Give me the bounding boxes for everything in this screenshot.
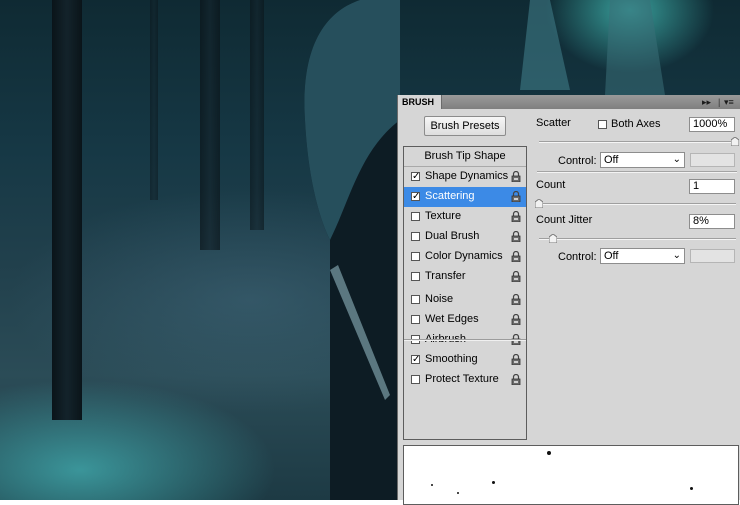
lock-icon[interactable] (511, 211, 521, 222)
option-checkbox[interactable] (411, 252, 420, 261)
brush-tip-shape-item[interactable]: Brush Tip Shape (404, 147, 526, 167)
option-label: Noise (425, 293, 454, 305)
brush-panel: BRUSH ▸▸ | ▾≡ Brush Presets Brush Tip Sh… (397, 95, 740, 505)
both-axes-checkbox[interactable] (598, 120, 607, 129)
preview-dot (457, 492, 459, 494)
both-axes-label: Both Axes (611, 118, 661, 130)
lock-icon[interactable] (511, 251, 521, 262)
scatter-slider-knob[interactable] (731, 137, 739, 146)
count-jitter-control-extra-field (690, 249, 735, 263)
option-label: Texture (425, 210, 462, 222)
option-checkbox[interactable] (411, 272, 420, 281)
lock-icon[interactable] (511, 374, 521, 385)
brush-option-smoothing[interactable]: ✓ Smoothing (404, 350, 526, 370)
count-jitter-control-label: Control: (558, 251, 597, 263)
count-jitter-control-select[interactable]: Off ⌄ (600, 248, 685, 264)
option-label: Scattering (425, 190, 475, 202)
option-label: Shape Dynamics (425, 170, 509, 182)
brush-option-wet-edges[interactable]: Wet Edges (404, 310, 526, 330)
tree-trunk (200, 0, 220, 250)
preview-dot (431, 484, 433, 486)
option-checkbox[interactable] (411, 315, 420, 324)
chevron-down-icon: ⌄ (672, 154, 681, 165)
lock-icon[interactable] (511, 294, 521, 305)
brush-tab[interactable]: BRUSH (398, 95, 442, 109)
tree-trunk (250, 0, 264, 230)
distant-figure (520, 0, 665, 95)
scatter-control-extra-field (690, 153, 735, 167)
tree-trunk (52, 0, 82, 420)
count-jitter-slider-knob[interactable] (549, 234, 557, 243)
count-slider-track[interactable] (539, 203, 736, 205)
option-label: Protect Texture (425, 373, 499, 385)
panel-menu-icon[interactable]: ▾≡ (724, 95, 734, 109)
brush-option-dual-brush[interactable]: Dual Brush (404, 227, 526, 247)
preview-dot (492, 481, 495, 484)
chevron-down-icon: ⌄ (672, 250, 681, 261)
option-checkbox[interactable]: ✓ (411, 172, 420, 182)
lock-icon[interactable] (511, 271, 521, 282)
option-checkbox[interactable] (411, 375, 420, 384)
divider: | (718, 97, 721, 107)
count-jitter-label: Count Jitter (536, 214, 593, 226)
brush-option-shape-dynamics[interactable]: ✓ Shape Dynamics (404, 167, 526, 187)
lock-icon[interactable] (511, 191, 521, 202)
option-label: Color Dynamics (425, 250, 503, 262)
option-checkbox[interactable]: ✓ (411, 355, 420, 365)
brush-option-protect-texture[interactable]: Protect Texture (404, 370, 526, 390)
scatter-value-field[interactable]: 1000% (689, 117, 735, 132)
option-checkbox[interactable] (411, 232, 420, 241)
count-value-field[interactable]: 1 (689, 179, 735, 194)
brush-presets-button[interactable]: Brush Presets (424, 116, 506, 136)
preview-dot (690, 487, 693, 490)
scatter-control-select[interactable]: Off ⌄ (600, 152, 685, 168)
preview-dot (547, 451, 551, 455)
option-checkbox[interactable]: ✓ (411, 192, 420, 202)
brush-settings-list: Brush Tip Shape ✓ Shape Dynamics ✓ Scatteri… (403, 146, 527, 440)
option-label: Smoothing (425, 353, 478, 365)
lock-icon[interactable] (511, 354, 521, 365)
cloaked-figure (304, 0, 400, 500)
scatter-control-value: Off (604, 154, 619, 166)
option-label: Wet Edges (425, 313, 479, 325)
panel-titlebar: BRUSH ▸▸ | ▾≡ (398, 95, 740, 109)
option-label: Dual Brush (425, 230, 480, 242)
scatter-slider-track[interactable] (539, 141, 736, 143)
option-checkbox[interactable] (411, 295, 420, 304)
option-checkbox[interactable] (411, 212, 420, 221)
list-divider (404, 339, 526, 341)
brush-option-transfer[interactable]: Transfer (404, 267, 526, 287)
brush-option-color-dynamics[interactable]: Color Dynamics (404, 247, 526, 267)
option-label: Transfer (425, 270, 466, 282)
count-slider-knob[interactable] (535, 199, 543, 208)
count-jitter-slider-track[interactable] (539, 238, 736, 240)
lock-icon[interactable] (511, 314, 521, 325)
brush-option-texture[interactable]: Texture (404, 207, 526, 227)
tree-trunk (150, 0, 158, 200)
section-divider (537, 171, 737, 173)
brush-stroke-preview (403, 445, 739, 505)
brush-option-noise[interactable]: Noise (404, 290, 526, 310)
brush-option-scattering[interactable]: ✓ Scattering (404, 187, 526, 207)
count-jitter-value-field[interactable]: 8% (689, 214, 735, 229)
double-arrow-icon[interactable]: ▸▸ (702, 95, 711, 109)
lock-icon[interactable] (511, 171, 521, 182)
lock-icon[interactable] (511, 231, 521, 242)
scatter-control-label: Control: (558, 155, 597, 167)
scatter-label: Scatter (536, 117, 571, 129)
count-jitter-control-value: Off (604, 250, 619, 262)
count-label: Count (536, 179, 566, 191)
